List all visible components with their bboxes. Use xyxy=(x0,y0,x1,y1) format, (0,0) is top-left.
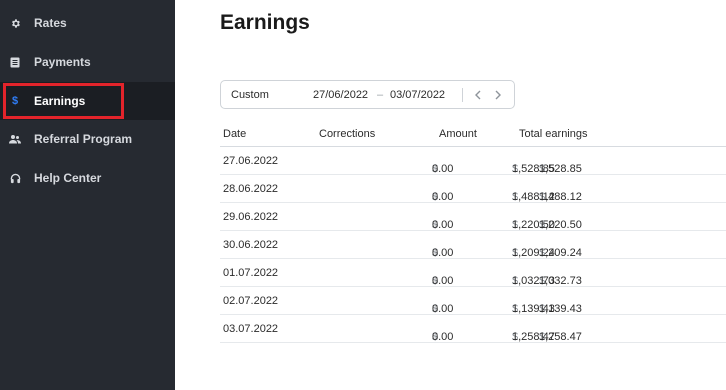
table-row: 29.06.2022 $0.00 $1,220.50 $1,220.50 xyxy=(220,203,726,231)
cell-value: 0.00 xyxy=(432,303,454,315)
cell-value: 0.00 xyxy=(432,163,454,175)
cell-value: 0.00 xyxy=(432,247,454,259)
sidebar-item-referral-program[interactable]: Referral Program xyxy=(0,120,175,158)
main-content: Earnings Custom 27/06/2022 – 03/07/2022 … xyxy=(175,0,726,390)
table-row: 30.06.2022 $0.00 $1,209.24 $1,209.24 xyxy=(220,231,726,259)
header-total-earnings[interactable]: Total earnings xyxy=(519,128,588,140)
gear-icon xyxy=(9,17,21,29)
cell-date: 27.06.2022 xyxy=(223,155,279,167)
sidebar-item-rates[interactable]: Rates xyxy=(0,4,175,42)
sidebar-item-label: Help Center xyxy=(34,171,102,185)
table-header: Date Corrections Amount Total earnings xyxy=(220,125,726,147)
filter-divider xyxy=(462,88,463,102)
sidebar-item-earnings[interactable]: $ Earnings xyxy=(0,82,175,120)
date-to-input[interactable]: 03/07/2022 xyxy=(390,89,445,101)
cell-date: 28.06.2022 xyxy=(223,183,279,195)
cell-value: 0.00 xyxy=(432,331,454,343)
table-row: 28.06.2022 $0.00 $1,488.12 $1,488.12 xyxy=(220,175,726,203)
dollar-icon: $ xyxy=(11,95,19,107)
document-icon xyxy=(9,56,21,68)
cell-value: 0.00 xyxy=(432,275,454,287)
date-separator: – xyxy=(377,89,384,101)
table-row: 27.06.2022 $0.00 $1,528.85 $1,528.85 xyxy=(220,147,726,175)
cell-value: 0.00 xyxy=(432,219,454,231)
header-date[interactable]: Date xyxy=(223,128,246,140)
chevron-left-icon[interactable] xyxy=(471,87,485,103)
date-from-input[interactable]: 27/06/2022 xyxy=(313,89,368,101)
header-amount[interactable]: Amount xyxy=(439,128,477,140)
headset-icon xyxy=(9,172,21,184)
sidebar-item-payments[interactable]: Payments xyxy=(0,43,175,81)
sidebar-item-label: Payments xyxy=(34,55,91,69)
date-preset-select[interactable]: Custom xyxy=(231,89,269,101)
sidebar-item-label: Rates xyxy=(34,16,67,30)
table-row: 02.07.2022 $0.00 $1,139.43 $1,139.43 xyxy=(220,287,726,315)
sidebar: Rates Payments $ Earnings Referral Progr… xyxy=(0,0,175,390)
cell-value: 1,528.85 xyxy=(539,163,582,175)
cell-value: 1,139.43 xyxy=(539,303,582,315)
sidebar-item-help-center[interactable]: Help Center xyxy=(0,159,175,197)
cell-value: 1,209.24 xyxy=(539,247,582,259)
cell-date: 01.07.2022 xyxy=(223,267,279,279)
sidebar-item-label: Referral Program xyxy=(34,132,133,146)
cell-date: 02.07.2022 xyxy=(223,295,279,307)
page-title: Earnings xyxy=(220,11,310,34)
table-row: 03.07.2022 $0.00 $1,258.47 $1,258.47 xyxy=(220,315,726,343)
cell-value: 1,258.47 xyxy=(539,331,582,343)
cell-value: 1,220.50 xyxy=(539,219,582,231)
earnings-table: Date Corrections Amount Total earnings 2… xyxy=(220,125,726,343)
chevron-right-icon[interactable] xyxy=(491,87,505,103)
header-corrections[interactable]: Corrections xyxy=(319,128,375,140)
cell-value: 0.00 xyxy=(432,191,454,203)
cell-value: 1,488.12 xyxy=(539,191,582,203)
table-row: 01.07.2022 $0.00 $1,032.73 $1,032.73 xyxy=(220,259,726,287)
people-icon xyxy=(9,133,21,145)
date-range-filter[interactable]: Custom 27/06/2022 – 03/07/2022 xyxy=(220,80,515,109)
cell-date: 29.06.2022 xyxy=(223,211,279,223)
cell-date: 30.06.2022 xyxy=(223,239,279,251)
cell-value: 1,032.73 xyxy=(539,275,582,287)
cell-date: 03.07.2022 xyxy=(223,323,279,335)
sidebar-item-label: Earnings xyxy=(34,94,86,108)
